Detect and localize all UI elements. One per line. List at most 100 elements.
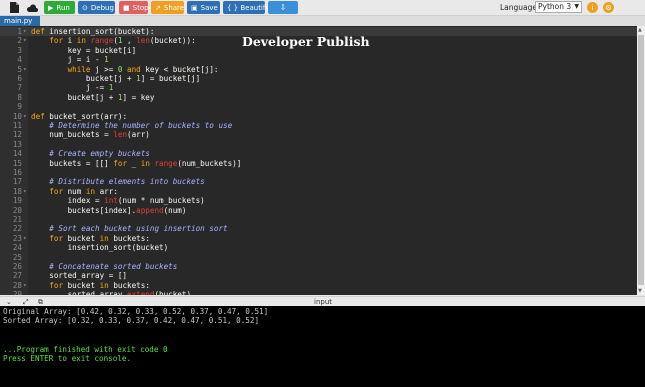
code-line[interactable]: 8 bucket[j + 1] = key [0,93,645,102]
editor-scrollbar[interactable]: ▲ ▼ [637,26,645,295]
stop-button[interactable]: ■ Stop [119,1,149,14]
save-button[interactable]: ▣ Save [187,1,220,14]
share-button[interactable]: ↗ Share [151,1,184,14]
scroll-down-icon[interactable]: ▼ [638,288,642,294]
download-button[interactable]: ⇩ [268,1,298,14]
code-line[interactable]: 27 sorted_array = [] [0,271,645,280]
code-line[interactable]: 23 ▾ for bucket in buckets: [0,234,645,243]
scroll-up-icon[interactable]: ▲ [638,27,642,33]
info-icon[interactable]: i [587,2,598,13]
code-line[interactable]: 7 j -= 1 [0,83,645,92]
code-line[interactable]: 28 ▾ for bucket in buckets: [0,281,645,290]
code-text: for num in arr: [49,186,118,196]
line-number: 19 [12,196,22,206]
collapse-console-icon[interactable]: ⌄ [6,298,12,306]
tab-main-py[interactable]: main.py [0,16,40,26]
debug-icon: ⊙ [82,3,88,12]
save-icon: ▣ [191,3,198,12]
code-text: for bucket in buckets: [49,233,150,243]
line-number: 28 [12,280,22,290]
line-number: 20 [12,205,22,215]
code-line[interactable]: 21 [0,215,645,224]
language-select[interactable]: Python 3 ▼ [535,1,582,13]
line-number: 1 [17,27,22,36]
code-text: def bucket_sort(arr): [31,111,128,121]
code-line[interactable]: 15 buckets = [[] for _ in range(num_buck… [0,159,645,168]
code-line[interactable]: 5 ▾ while j >= 0 and key < bucket[j]: [0,65,645,74]
code-line[interactable]: 9 [0,102,645,111]
chevron-down-icon: ▼ [574,3,579,10]
line-number: 3 [17,45,22,55]
code-text: sorted_array.extend(bucket) [31,290,192,295]
code-line[interactable]: 20 buckets[index].append(num) [0,206,645,215]
line-number: 17 [12,177,22,187]
line-number: 5 [17,64,22,74]
debug-button[interactable]: ⊙ Debug [78,1,115,14]
code-text: bucket[j + 1] = key [31,92,155,102]
beautify-button[interactable]: { } Beautify [223,1,269,14]
scrollbar-thumb[interactable] [638,35,644,285]
line-number: 15 [12,158,22,168]
fold-arrow-icon[interactable]: ▾ [23,281,27,290]
code-text: num_buckets = len(arr) [31,130,150,140]
code-text: # Determine the number of buckets to use [31,121,233,130]
file-tab-bar: main.py [0,16,645,26]
code-text: for i in range(1 , len(bucket)): [49,36,196,46]
line-number: 6 [17,74,22,83]
line-number: 21 [12,215,22,224]
code-text: insertion_sort(bucket) [31,243,169,253]
fold-arrow-icon[interactable]: ▾ [23,112,27,121]
output-console[interactable]: Original Array: [0.42, 0.32, 0.33, 0.52,… [0,306,645,387]
console-line: Original Array: [0.42, 0.32, 0.33, 0.52,… [3,307,269,316]
code-line[interactable]: 17 # Distribute elements into buckets [0,177,645,186]
code-line[interactable]: 18 ▾ for num in arr: [0,187,645,196]
code-text: index = int(num * num_buckets) [31,196,205,206]
code-line[interactable]: 4 j = i - 1 [0,55,645,64]
stop-icon: ■ [123,3,130,12]
code-line[interactable]: 13 [0,140,645,149]
code-line[interactable]: 6 bucket[j + 1] = bucket[j] [0,74,645,83]
watermark-text: Developer Publish [242,34,370,49]
code-line[interactable]: 11 # Determine the number of buckets to … [0,121,645,130]
fold-arrow-icon[interactable]: ▾ [23,36,27,45]
fold-arrow-icon[interactable]: ▾ [23,234,27,243]
fold-arrow-icon[interactable]: ▾ [23,65,27,74]
download-icon: ⇩ [279,3,287,12]
code-line[interactable]: 26 # Concatenate sorted buckets [0,262,645,271]
line-number: 16 [12,168,22,177]
console-line: ...Program finished with exit code 0 [3,344,168,354]
language-label: Language [500,3,538,12]
line-number: 24 [12,243,22,253]
upload-icon[interactable] [24,1,40,14]
code-line[interactable]: 10 ▾ def bucket_sort(arr): [0,112,645,121]
line-number: 11 [12,121,22,130]
code-text: # Create empty buckets [31,149,150,159]
fold-arrow-icon[interactable]: ▾ [23,27,27,36]
code-text: sorted_array = [] [31,271,128,281]
code-line[interactable]: 19 index = int(num * num_buckets) [0,196,645,205]
line-number: 14 [12,149,22,159]
line-number: 2 [17,36,22,46]
line-number: 7 [17,83,22,93]
line-number: 22 [12,224,22,234]
line-number: 13 [12,139,22,149]
gear-icon[interactable]: ⚙ [603,2,614,13]
run-button[interactable]: ▶ Run [44,1,75,14]
new-file-icon[interactable] [6,1,22,14]
code-text: # Distribute elements into buckets [31,177,205,187]
line-number: 25 [12,252,22,262]
console-line: Press ENTER to exit console. [3,354,132,363]
code-line[interactable]: 29 sorted_array.extend(bucket) [0,290,645,295]
code-line[interactable]: 24 insertion_sort(bucket) [0,243,645,252]
code-line[interactable]: 14 # Create empty buckets [0,149,645,158]
code-text: for bucket in buckets: [49,280,150,290]
code-editor[interactable]: 1 ▾ def insertion_sort(bucket): 2 ▾ for i in… [0,26,645,295]
code-line[interactable]: 12 num_buckets = len(arr) [0,130,645,139]
code-text: buckets = [[] for _ in range(num_buckets… [31,158,242,168]
line-number: 8 [17,92,22,102]
fold-arrow-icon[interactable]: ▾ [23,187,27,196]
code-line[interactable]: 22 # Sort each bucket using insertion so… [0,224,645,233]
code-line[interactable]: 25 [0,253,645,262]
code-text: # Concatenate sorted buckets [31,262,178,271]
code-line[interactable]: 16 [0,168,645,177]
